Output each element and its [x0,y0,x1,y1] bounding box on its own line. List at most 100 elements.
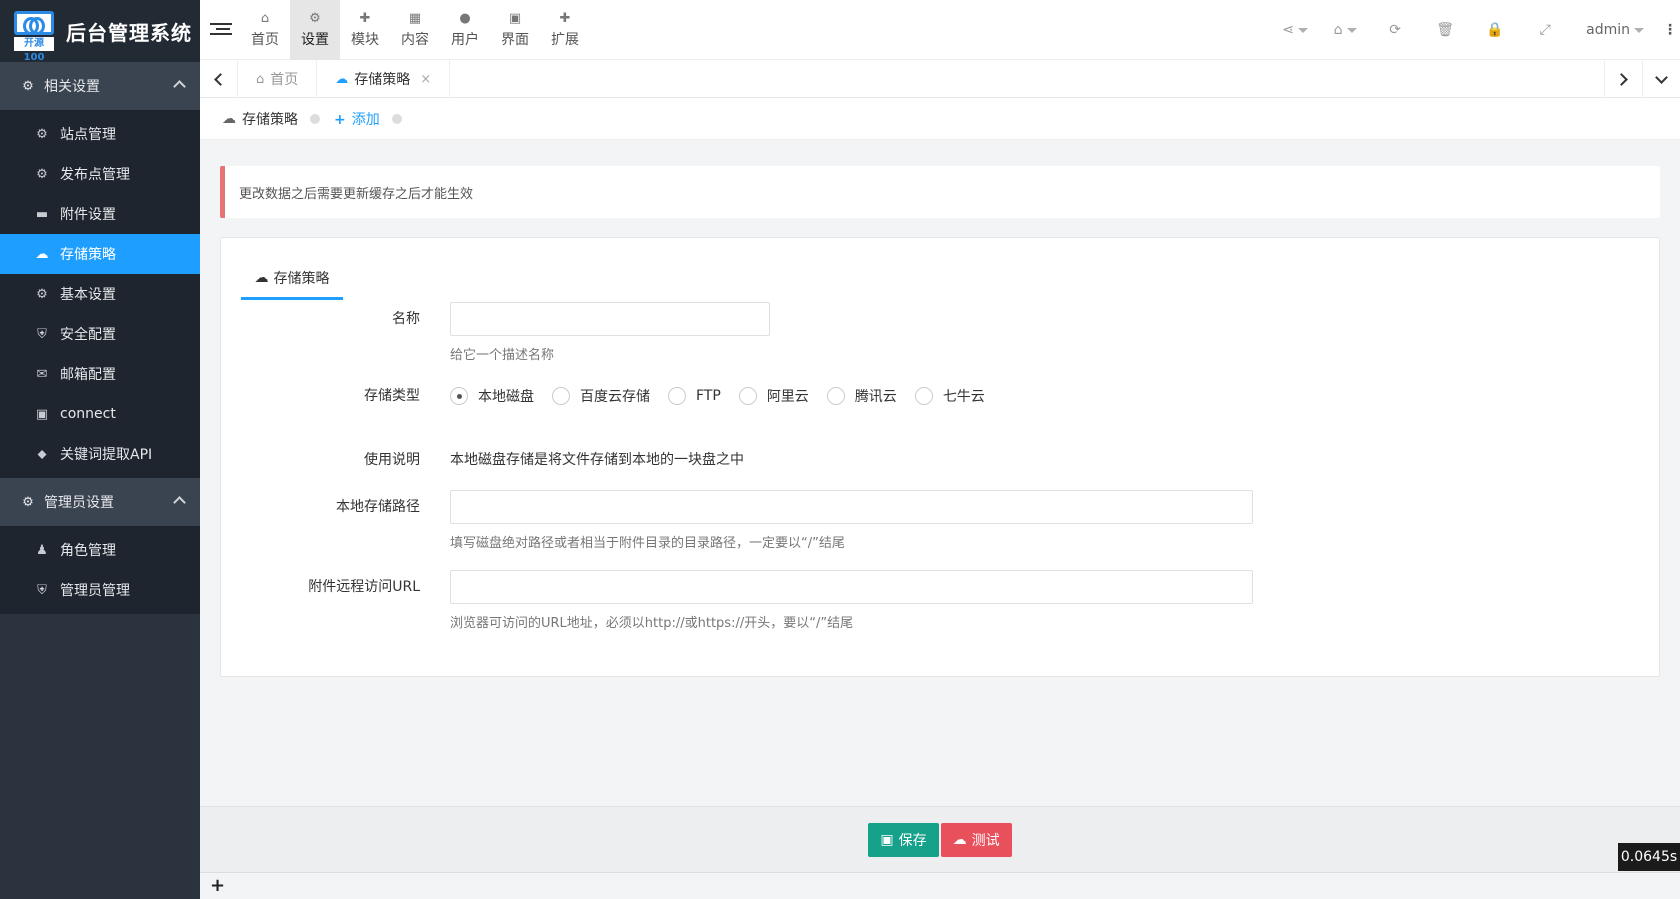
sidebar-group-admin-settings[interactable]: ⚙ 管理员设置 [0,478,200,526]
close-icon[interactable]: × [420,72,431,87]
lock-icon[interactable]: 🔒 [1470,22,1520,38]
radio-qiniu[interactable]: 七牛云 [914,386,985,406]
sidebar-item-label: 基本设置 [60,287,116,303]
breadcrumb-current[interactable]: 存储策略 [242,109,298,129]
save-button[interactable]: ▣ 保存 [868,822,939,857]
more-vertical-icon[interactable]: ⋮ [1660,22,1680,38]
sidebar-item-basic-settings[interactable]: ⚙ 基本设置 [0,274,200,314]
logo[interactable]: 开源100 后台管理系统 [0,0,200,63]
plus-icon[interactable]: + [210,875,225,896]
radio-aliyun[interactable]: 阿里云 [738,386,809,406]
add-link[interactable]: + 添加 [334,109,380,129]
sidebar-item-connect[interactable]: ▣ connect [0,394,200,434]
gear-icon: ⚙ [36,286,48,302]
remote-url-label: 附件远程访问URL [308,579,420,595]
storage-type-radios: 本地磁盘 百度云存储 FTP 阿里云 腾讯云 七牛云 [450,379,1003,413]
caret-down-icon [1346,27,1357,33]
tab-scroll-right[interactable] [1604,60,1642,98]
radio-baidu[interactable]: 百度云存储 [552,386,650,406]
menu-toggle-icon[interactable] [210,20,232,40]
test-label: 测试 [971,832,1000,849]
sidebar-item-label: 关键词提取API [60,447,153,463]
user-menu[interactable]: admin [1570,22,1660,38]
field-storage-type: 存储类型 本地磁盘 百度云存储 FTP 阿里云 腾讯云 七牛云 [221,379,1003,413]
sidebar-item-label: 存储策略 [60,247,116,263]
share-menu[interactable]: ⋖ [1270,22,1320,38]
trash-icon[interactable]: 🗑 [1420,22,1470,38]
local-path-input[interactable] [450,490,1253,524]
field-usage: 使用说明 本地磁盘存储是将文件存储到本地的一块盘之中 [221,443,744,477]
radio-circle [826,387,845,405]
sidebar-item-attachment[interactable]: ▬ 附件设置 [0,194,200,234]
top-nav-content[interactable]: ▦ 内容 [390,0,440,60]
panel-tab-storage-policy[interactable]: ☁ 存储策略 [241,258,343,300]
tab-label: 首页 [270,72,299,88]
top-nav-users[interactable]: ● 用户 [440,0,490,60]
top-nav-extensions[interactable]: ✚ 扩展 [540,0,590,60]
tab-options[interactable] [1642,60,1680,98]
users-icon: ♟ [36,542,48,558]
sidebar-item-role-manage[interactable]: ♟ 角色管理 [0,530,200,570]
breadcrumb: ☁ 存储策略 + 添加 [200,98,1680,140]
sidebar-item-storage-policy[interactable]: ☁ 存储策略 [0,234,200,274]
envelope-icon: ✉ [36,366,48,382]
radio-local-disk[interactable]: 本地磁盘 [450,386,534,406]
remote-url-help: 浏览器可访问的URL地址，必须以http://或https://开头，要以“/”… [450,616,854,631]
sidebar-item-publish-point[interactable]: ⚙ 发布点管理 [0,154,200,194]
cloud-icon: ☁ [254,269,269,286]
sidebar-item-admin-manage[interactable]: ⛨ 管理员管理 [0,570,200,610]
chevron-down-icon [1655,70,1668,84]
chevron-right-icon [1615,72,1628,86]
puzzle-icon: ✚ [559,11,571,26]
sidebar: 开源100 后台管理系统 ⚙ 相关设置 ⚙ 站点管理 ⚙ 发布点管理 ▬ 附件设置 ☁… [0,0,200,899]
test-button[interactable]: ☁ 测试 [940,822,1012,857]
radio-ftp[interactable]: FTP [668,387,721,405]
top-nav-label: 扩展 [551,32,579,48]
top-nav-settings[interactable]: ⚙ 设置 [290,0,340,60]
fullscreen-icon[interactable]: ⤢ [1520,22,1570,38]
sidebar-item-label: connect [60,406,116,422]
refresh-icon[interactable]: ⟳ [1370,22,1420,38]
shield-icon: ⛨ [37,582,47,598]
home-menu[interactable]: ⌂ [1320,22,1370,38]
sidebar-item-security[interactable]: ⛨ 安全配置 [0,314,200,354]
top-nav-interface[interactable]: ▣ 界面 [490,0,540,60]
sidebar-item-site-manage[interactable]: ⚙ 站点管理 [0,114,200,154]
sidebar-item-keyword-api[interactable]: ⬥ 关键词提取API [0,434,200,474]
panel-tab-label: 存储策略 [273,270,330,287]
save-label: 保存 [898,832,927,849]
storage-type-label: 存储类型 [364,388,420,404]
top-nav-label: 界面 [501,32,529,48]
save-icon: ▣ [880,831,894,848]
plus-icon: + [334,111,346,128]
gear-icon: ⚙ [22,494,34,510]
radio-label: 腾讯云 [854,389,897,405]
remote-url-input[interactable] [450,570,1253,604]
home-icon: ⌂ [256,71,265,87]
cloud-icon: ☁ [35,246,49,262]
chevron-left-icon [214,72,227,86]
top-nav-home[interactable]: ⌂ 首页 [240,0,290,60]
separator-dot [391,113,402,124]
top-nav-label: 模块 [351,32,379,48]
tab-home[interactable]: ⌂ 首页 [238,60,318,98]
share-icon: ⋖ [1282,22,1294,38]
usage-value: 本地磁盘存储是将文件存储到本地的一块盘之中 [450,452,744,468]
sidebar-item-label: 邮箱配置 [60,367,116,383]
sidebar-submenu: ⚙ 站点管理 ⚙ 发布点管理 ▬ 附件设置 ☁ 存储策略 ⚙ 基本设置 ⛨ 安全配置 ✉ 邮箱… [0,110,200,478]
sidebar-item-mail[interactable]: ✉ 邮箱配置 [0,354,200,394]
sidebar-group-related-settings[interactable]: ⚙ 相关设置 [0,62,200,110]
name-help: 给它一个描述名称 [450,348,555,363]
tab-scroll-left[interactable] [200,60,238,98]
bottom-strip: + [200,872,1680,899]
name-input[interactable] [450,302,770,336]
radio-label: FTP [696,388,721,404]
tabs: ⌂ 首页 ☁ 存储策略 × [238,60,451,98]
tab-label: 存储策略 [354,72,411,88]
tab-storage-policy[interactable]: ☁ 存储策略 × [317,60,451,98]
radio-circle [552,387,570,405]
radio-label: 百度云存储 [580,389,650,405]
radio-tencent[interactable]: 腾讯云 [826,386,897,406]
top-bar: ⌂ 首页 ⚙ 设置 ✚ 模块 ▦ 内容 ● 用户 ▣ 界面 ✚ 扩展 ⋖ ⌂ ⟳ 🗑 🔒 ⤢ … [200,0,1680,60]
top-nav-modules[interactable]: ✚ 模块 [340,0,390,60]
